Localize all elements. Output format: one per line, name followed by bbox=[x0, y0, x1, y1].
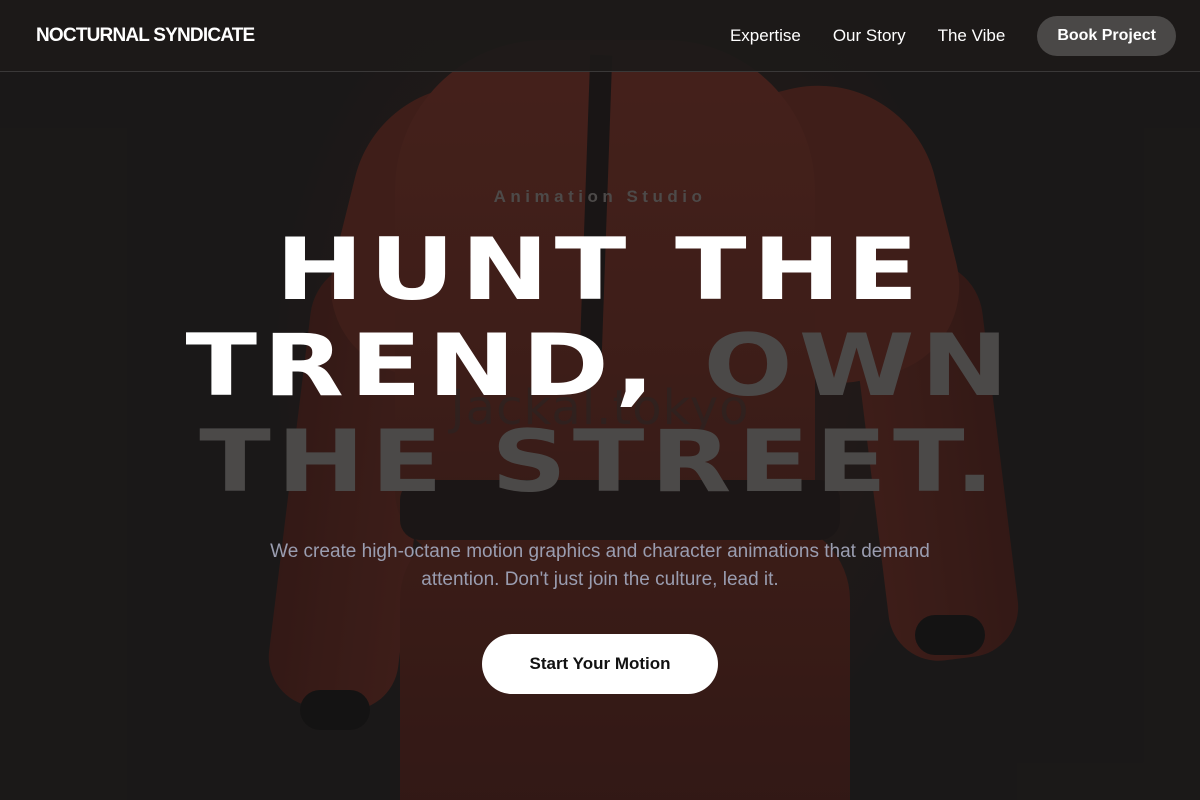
brand-logo[interactable]: NOCTURNAL SYNDICATE bbox=[36, 25, 255, 47]
hero-description: We create high-octane motion graphics an… bbox=[270, 541, 930, 590]
headline-line-2-white: TREND, bbox=[185, 316, 661, 416]
hero-section: Animation Studio HUNT THE TREND, OWN THE… bbox=[0, 0, 1200, 800]
top-nav: NOCTURNAL SYNDICATE Expertise Our Story … bbox=[0, 0, 1200, 72]
nav-menu: Expertise Our Story The Vibe Book Projec… bbox=[730, 15, 1176, 56]
hero-headline: HUNT THE TREND, OWN THE STREET. bbox=[0, 222, 1200, 510]
page: Jackal.tokyo NOCTURNAL SYNDICATE Experti… bbox=[0, 0, 1200, 800]
headline-line-1: HUNT THE bbox=[275, 220, 925, 320]
nav-link-our-story[interactable]: Our Story bbox=[833, 26, 906, 46]
nav-link-the-vibe[interactable]: The Vibe bbox=[938, 26, 1006, 46]
hero-eyebrow: Animation Studio bbox=[493, 187, 707, 206]
headline-line-2-gray: OWN bbox=[703, 316, 1015, 416]
headline-line-3: THE STREET. bbox=[199, 412, 1001, 512]
start-your-motion-button[interactable]: Start Your Motion bbox=[482, 634, 718, 694]
book-project-button[interactable]: Book Project bbox=[1037, 15, 1176, 56]
nav-link-expertise[interactable]: Expertise bbox=[730, 26, 801, 46]
